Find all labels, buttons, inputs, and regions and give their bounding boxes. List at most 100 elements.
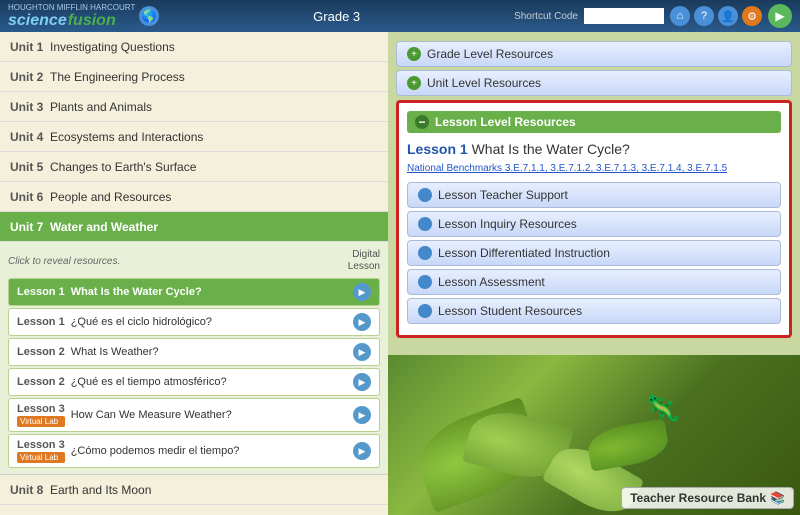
photo-inner: 🦎 Teacher Resource Bank 📚 [388, 355, 800, 515]
help-icon-btn[interactable]: ? [694, 6, 714, 26]
differentiated-icon [418, 246, 432, 260]
lesson-title-3es: ¿Cómo podemos medir el tiempo? [71, 445, 240, 457]
differentiated-label: Lesson Differentiated Instruction [438, 246, 610, 260]
header-right: Shortcut Code ⌂ ? 👤 ⚙ ▶ [514, 4, 792, 28]
photo-area: 🦎 Teacher Resource Bank 📚 [388, 355, 800, 515]
lesson-play-btn-2[interactable]: ▶ [353, 343, 371, 361]
grade-level-resources-btn[interactable]: + Grade Level Resources [396, 41, 792, 67]
unit-name-4: Ecosystems and Interactions [50, 130, 203, 144]
lesson-title-2es: ¿Qué es el tiempo atmosférico? [71, 376, 227, 388]
lesson-teacher-support-btn[interactable]: Lesson Teacher Support [407, 182, 781, 208]
unit-row-7[interactable]: Unit 7 Water and Weather [0, 212, 388, 242]
lesson-title-1es: ¿Qué es el ciclo hidrológico? [71, 316, 212, 328]
lesson-item-3[interactable]: Lesson 3 Virtual Lab How Can We Measure … [8, 398, 380, 432]
inquiry-resources-label: Lesson Inquiry Resources [438, 217, 577, 231]
shortcut-input[interactable] [584, 8, 664, 24]
lesson-title-2: What Is Weather? [71, 346, 159, 358]
lesson-item-1es-left: Lesson 1 ¿Qué es el ciclo hidrológico? [17, 316, 212, 328]
lesson-student-resources-btn[interactable]: Lesson Student Resources [407, 298, 781, 324]
user-icon-btn[interactable]: 👤 [718, 6, 738, 26]
unit-row-6[interactable]: Unit 6 People and Resources [0, 182, 388, 212]
collapse-icon[interactable]: − [415, 115, 429, 129]
lesson-title-1: What Is the Water Cycle? [71, 286, 202, 298]
lesson-num-1es: Lesson 1 [17, 316, 65, 328]
lesson-item-3es[interactable]: Lesson 3 Virtual Lab ¿Cómo podemos medir… [8, 434, 380, 468]
lesson-item-2[interactable]: Lesson 2 What Is Weather? ▶ [8, 338, 380, 366]
lesson-item-1es[interactable]: Lesson 1 ¿Qué es el ciclo hidrológico? ▶ [8, 308, 380, 336]
unit-level-icon: + [407, 76, 421, 90]
grade-level-icon: + [407, 47, 421, 61]
lesson-num-2es: Lesson 2 [17, 376, 65, 388]
lesson-resources-title-text: Lesson Level Resources [435, 115, 576, 129]
logo-icon: 🌎 [139, 6, 159, 26]
lesson-item-2es[interactable]: Lesson 2 ¿Qué es el tiempo atmosférico? … [8, 368, 380, 396]
unit-row-2[interactable]: Unit 2 The Engineering Process [0, 62, 388, 92]
right-panel: + Grade Level Resources + Unit Level Res… [388, 32, 800, 515]
unit-num-8: Unit 8 [10, 483, 50, 497]
virtual-lab-badge-3: Virtual Lab [17, 416, 65, 427]
unit-row-8[interactable]: Unit 8 Earth and Its Moon [0, 475, 388, 505]
lesson-play-btn-1[interactable]: ▶ [353, 283, 371, 301]
unit-row-4[interactable]: Unit 4 Ecosystems and Interactions [0, 122, 388, 152]
lesson-play-btn-2es[interactable]: ▶ [353, 373, 371, 391]
teacher-resource-bank-icon: 📚 [770, 491, 785, 505]
lesson-num-main: Lesson 1 [407, 141, 468, 157]
insect-decoration: 🦎 [643, 389, 683, 428]
student-resources-icon [418, 304, 432, 318]
lesson-num-3es: Lesson 3 [17, 439, 65, 451]
settings-icon-btn[interactable]: ⚙ [742, 6, 762, 26]
teacher-resource-bank-badge: Teacher Resource Bank 📚 [621, 487, 794, 509]
assessment-label: Lesson Assessment [438, 275, 545, 289]
shortcut-label: Shortcut Code [514, 11, 578, 22]
lesson-resources-box: − Lesson Level Resources Lesson 1 What I… [396, 100, 792, 338]
left-panel: Unit 1 Investigating Questions Unit 2 Th… [0, 32, 388, 515]
logo-brand2: fusion [68, 12, 116, 30]
lesson-play-btn-1es[interactable]: ▶ [353, 313, 371, 331]
logo-area: HOUGHTON MIFFLIN HARCOURT sciencefusion … [8, 3, 159, 30]
lesson-differentiated-instruction-btn[interactable]: Lesson Differentiated Instruction [407, 240, 781, 266]
grade-level-label: Grade Level Resources [427, 47, 553, 61]
unit-name-1: Investigating Questions [50, 40, 175, 54]
unit-name-6: People and Resources [50, 190, 171, 204]
benchmarks-values: 3.E.7.1.1, 3.E.7.1.2, 3.E.7.1.3, 3.E.7.1… [505, 163, 727, 174]
logo-subtitle: HOUGHTON MIFFLIN HARCOURT sciencefusion [8, 3, 135, 30]
play-button[interactable]: ▶ [768, 4, 792, 28]
unit-name-2: The Engineering Process [50, 70, 185, 84]
lesson-play-btn-3[interactable]: ▶ [353, 406, 371, 424]
lesson-inquiry-resources-btn[interactable]: Lesson Inquiry Resources [407, 211, 781, 237]
lesson-item-1-left: Lesson 1 What Is the Water Cycle? [17, 286, 202, 298]
digital-lesson-label: Digital Lesson [348, 249, 380, 273]
unit-row-3[interactable]: Unit 3 Plants and Animals [0, 92, 388, 122]
leaf-decoration-4 [585, 418, 671, 471]
lesson-item-2es-left: Lesson 2 ¿Qué es el tiempo atmosférico? [17, 376, 227, 388]
lesson-title-main: Lesson 1 What Is the Water Cycle? [407, 141, 781, 157]
main-content: Unit 1 Investigating Questions Unit 2 Th… [0, 32, 800, 515]
lesson-num-1: Lesson 1 [17, 286, 65, 298]
home-icon-btn[interactable]: ⌂ [670, 6, 690, 26]
unit-row-1[interactable]: Unit 1 Investigating Questions [0, 32, 388, 62]
lesson-panel-header: Click to reveal resources. Digital Lesso… [8, 246, 380, 276]
unit-num-3: Unit 3 [10, 100, 50, 114]
lesson-item-3-left: Lesson 3 Virtual Lab How Can We Measure … [17, 403, 232, 427]
grade-label: Grade 3 [313, 9, 360, 24]
virtual-lab-badge-3es: Virtual Lab [17, 452, 65, 463]
unit-name-5: Changes to Earth's Surface [50, 160, 196, 174]
unit-num-4: Unit 4 [10, 130, 50, 144]
unit-level-resources-btn[interactable]: + Unit Level Resources [396, 70, 792, 96]
inquiry-resources-icon [418, 217, 432, 231]
lesson-num-3: Lesson 3 [17, 403, 65, 415]
benchmarks-row: National Benchmarks 3.E.7.1.1, 3.E.7.1.2… [407, 163, 781, 174]
assessment-icon [418, 275, 432, 289]
unit-level-label: Unit Level Resources [427, 76, 541, 90]
lesson-assessment-btn[interactable]: Lesson Assessment [407, 269, 781, 295]
click-reveal-text: Click to reveal resources. [8, 256, 120, 267]
unit-num-2: Unit 2 [10, 70, 50, 84]
lesson-header: Lesson 1 What Is the Water Cycle? [407, 141, 781, 157]
unit-row-5[interactable]: Unit 5 Changes to Earth's Surface [0, 152, 388, 182]
lesson-resources-title-bar: − Lesson Level Resources [407, 111, 781, 133]
unit-row-9[interactable]: Unit 9 Matter [0, 505, 388, 515]
lesson-play-btn-3es[interactable]: ▶ [353, 442, 371, 460]
unit-name-8: Earth and Its Moon [50, 483, 151, 497]
lesson-item-1[interactable]: Lesson 1 What Is the Water Cycle? ▶ [8, 278, 380, 306]
teacher-support-label: Lesson Teacher Support [438, 188, 568, 202]
